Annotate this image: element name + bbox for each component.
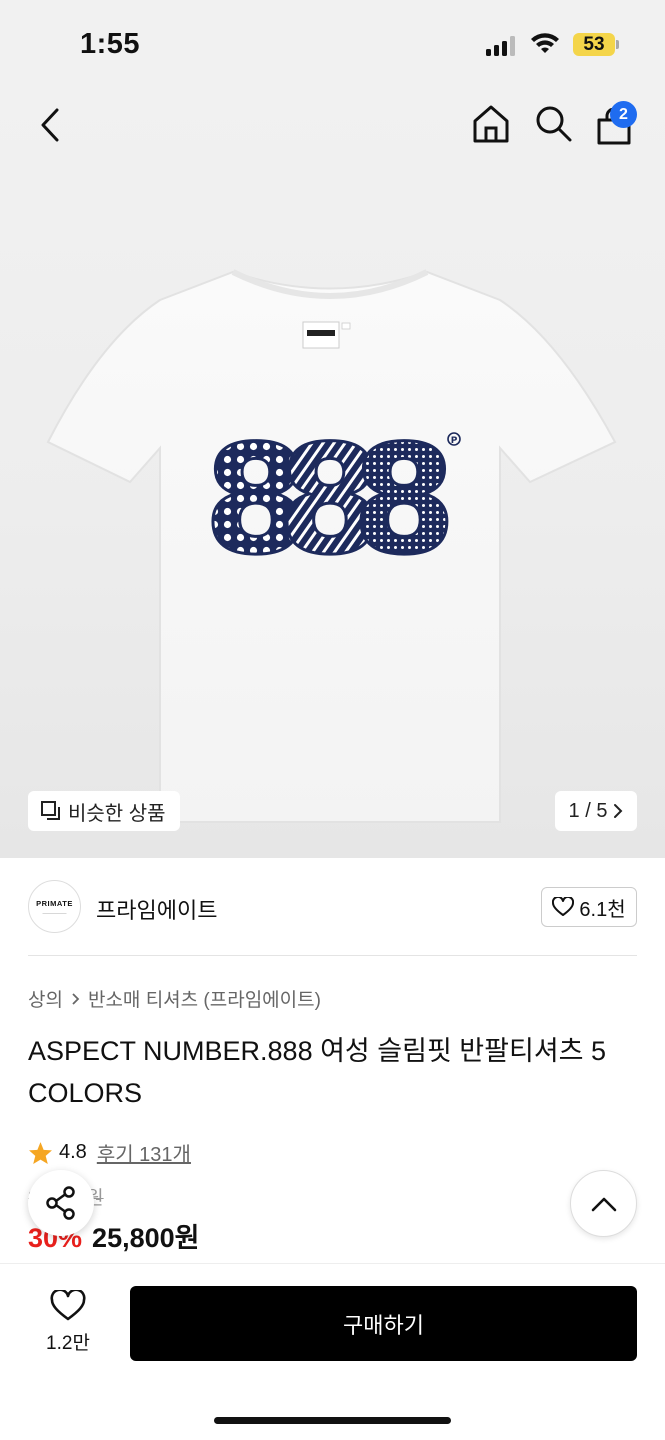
chevron-up-icon [591,1197,616,1211]
home-indicator [214,1417,451,1424]
share-icon [46,1186,75,1220]
battery-tip [616,40,619,49]
brand-like-button[interactable]: 6.1천 [541,887,637,927]
wifi-icon [531,33,559,53]
review-count-link[interactable]: 후기 131개 [97,1138,191,1167]
share-button[interactable] [28,1170,94,1236]
gallery-pager[interactable]: 1 / 5 [555,791,637,831]
brand-logo[interactable]: PRIMATE —————— [28,880,81,933]
rating-score: 4.8 [59,1141,87,1163]
status-time: 1:55 [80,28,141,60]
cart-count-badge: 2 [610,101,637,128]
brand-name[interactable]: 프라임에이트 [96,893,217,925]
product-gallery[interactable]: 8 8 8 P [0,90,665,858]
chevron-right-icon [72,992,80,1005]
similar-products-label: 비슷한 상품 [68,802,166,825]
home-button[interactable] [470,103,512,145]
divider [28,955,637,956]
star-icon [29,1141,52,1164]
heart-icon [50,1290,86,1321]
cellular-signal-icon [486,36,518,56]
heart-icon [552,897,575,916]
brand-logo-underline: —————— [42,909,67,915]
wishlist-button[interactable]: 1.2만 [28,1290,108,1355]
buy-button[interactable]: 구매하기 [130,1286,637,1361]
print-digit: 8 [352,414,456,588]
battery-indicator: 53 [573,33,615,56]
search-button[interactable] [532,103,574,145]
similar-products-button[interactable]: 비슷한 상품 [28,791,180,831]
status-bar: 1:55 53 [0,0,665,90]
breadcrumb-item[interactable]: 반소매 티셔츠 (프라임에이트) [88,985,321,1012]
brand-logo-text: PRIMATE [36,898,73,908]
sale-price: 25,800원 [92,1223,200,1253]
home-icon [473,105,509,143]
brand-like-count: 6.1천 [579,898,626,921]
scroll-to-top-button[interactable] [570,1170,637,1237]
back-button[interactable] [28,102,72,148]
svg-text:P: P [451,436,458,446]
chevron-right-icon [614,804,623,818]
wishlist-count: 1.2만 [46,1333,90,1354]
breadcrumb: 상의 반소매 티셔츠 (프라임에이트) [28,985,321,1012]
chevron-left-icon [41,108,59,142]
product-title: ASPECT NUMBER.888 여성 슬림핏 반팔티셔츠 5 COLORS [28,1036,607,1108]
search-icon [536,106,572,142]
product-image: 8 8 8 P [46,269,617,823]
rating-row: 4.8 후기 131개 [28,1138,191,1167]
stacked-squares-icon [41,801,60,820]
pager-text: 1 / 5 [568,799,608,822]
breadcrumb-item[interactable]: 상의 [28,985,63,1012]
